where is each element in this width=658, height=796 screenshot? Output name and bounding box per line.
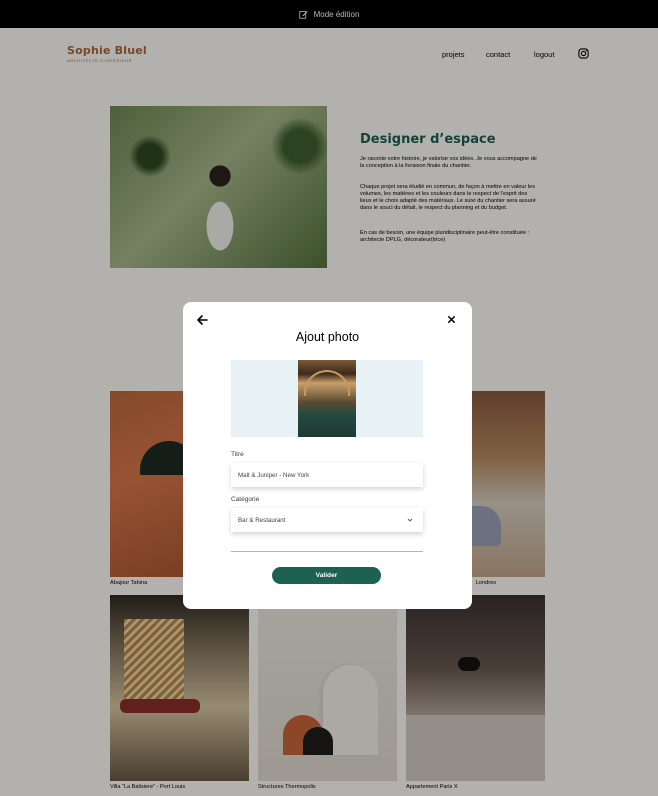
photo-preview[interactable] bbox=[231, 360, 423, 437]
category-select[interactable]: Bar & Restaurant bbox=[231, 508, 423, 532]
chevron-down-icon bbox=[407, 518, 413, 522]
title-input[interactable]: Malt & Juniper - New York bbox=[231, 463, 423, 487]
add-photo-modal: Ajout photo Titre Malt & Juniper - New Y… bbox=[183, 302, 472, 609]
modal-title: Ajout photo bbox=[295, 330, 360, 344]
uploaded-photo bbox=[298, 360, 356, 437]
title-label: Titre bbox=[231, 451, 244, 458]
category-value: Bar & Restaurant bbox=[238, 516, 286, 524]
close-icon[interactable] bbox=[446, 314, 457, 325]
divider bbox=[231, 551, 423, 552]
category-label: Catégorie bbox=[231, 496, 260, 503]
submit-button[interactable]: Valider bbox=[272, 567, 381, 584]
arrow-left-icon[interactable] bbox=[196, 314, 208, 326]
